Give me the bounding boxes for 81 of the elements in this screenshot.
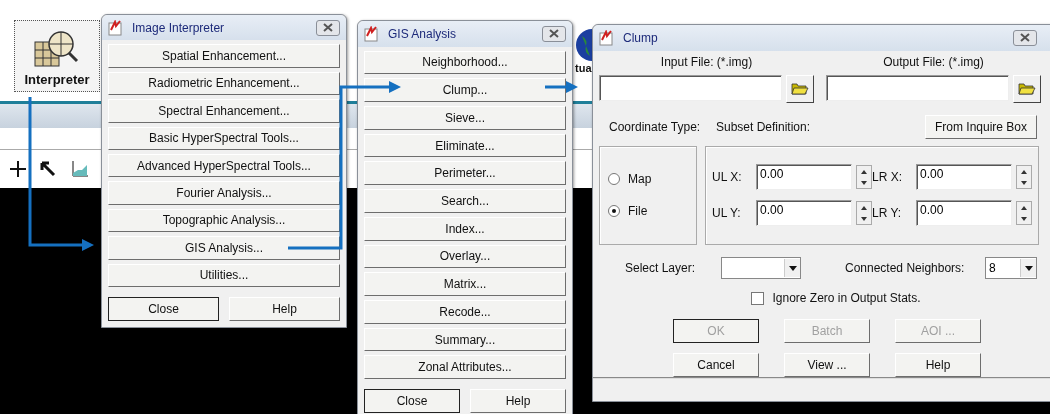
dropdown[interactable]: 8 — [985, 257, 1037, 280]
menu-button[interactable]: Utilities... — [108, 263, 340, 287]
number-field[interactable]: 0.00 — [756, 164, 852, 191]
menu-button[interactable]: Neighborhood... — [364, 50, 566, 75]
close-icon — [323, 23, 333, 33]
folder-icon — [791, 80, 809, 97]
menu-button[interactable]: Clump... — [364, 78, 566, 103]
field-label: Output File: (*.img) — [883, 54, 984, 69]
menu-button[interactable]: Matrix... — [364, 272, 566, 296]
menu-button[interactable]: Index... — [364, 216, 566, 241]
menu-button[interactable]: Search... — [364, 189, 566, 213]
dialog-button[interactable]: Help — [470, 389, 566, 414]
field-label: LR X: — [872, 170, 903, 185]
dialog-button[interactable]: View ... — [784, 353, 870, 378]
field-label: LR Y: — [872, 206, 903, 221]
menu-button[interactable]: Advanced HyperSpectral Tools... — [108, 153, 340, 178]
dialog-button[interactable]: Close — [364, 389, 460, 414]
radio-label: File — [628, 204, 648, 219]
file-input-field[interactable] — [826, 74, 1009, 101]
file-input-field[interactable] — [599, 74, 782, 101]
menu-button[interactable]: Radiometric Enhancement... — [108, 71, 340, 96]
interpreter-button[interactable]: Interpreter — [14, 20, 100, 92]
dialog-button[interactable]: Cancel — [673, 353, 759, 378]
menu-button[interactable]: Zonal Attributes... — [364, 355, 566, 380]
field-label: Coordinate Type: — [609, 119, 702, 134]
field-label: Connected Neighbors: — [845, 261, 966, 276]
menu-button[interactable]: Basic HyperSpectral Tools... — [108, 126, 340, 150]
window-title: Image Interpreter — [132, 20, 226, 35]
number-field[interactable]: 0.00 — [916, 164, 1012, 191]
menu-button[interactable]: Sieve... — [364, 106, 566, 130]
checkbox-label: Ignore Zero in Output Stats. — [772, 291, 921, 306]
menu-button[interactable]: Summary... — [364, 327, 566, 352]
dialog-button[interactable]: From Inquire Box — [925, 114, 1037, 139]
toolbar-label: tua — [575, 62, 592, 74]
spinner[interactable] — [856, 201, 872, 226]
close-icon — [1020, 33, 1030, 43]
field-label: UL X: — [712, 170, 743, 185]
menu-button[interactable]: GIS Analysis... — [108, 236, 340, 260]
app-icon — [364, 25, 380, 42]
folder-icon — [1018, 80, 1036, 97]
flow-arrow — [545, 81, 578, 93]
plus-icon[interactable] — [10, 161, 26, 177]
menu-button[interactable]: Topographic Analysis... — [108, 208, 340, 233]
dropdown-arrow-icon — [1024, 265, 1033, 271]
spinner[interactable] — [856, 165, 872, 190]
radio-label: Map — [628, 172, 652, 187]
window-title: GIS Analysis — [388, 26, 458, 41]
app-icon — [108, 19, 124, 36]
field-label: Input File: (*.img) — [660, 54, 753, 69]
field-label: Subset Definition: — [716, 119, 812, 134]
menu-button[interactable]: Spatial Enhancement... — [108, 44, 340, 68]
close-button[interactable] — [1013, 29, 1037, 46]
field-label: Select Layer: — [625, 261, 697, 276]
field-label: UL Y: — [712, 206, 742, 221]
dialog-button[interactable]: Help — [229, 296, 340, 321]
close-icon — [549, 29, 559, 39]
dropdown-arrow-icon — [788, 265, 797, 271]
dialog-button[interactable]: Help — [895, 353, 981, 378]
dialog-button[interactable]: Close — [108, 296, 219, 321]
close-button[interactable] — [316, 19, 340, 36]
chart-icon[interactable] — [70, 161, 88, 177]
menu-button[interactable]: Perimeter... — [364, 161, 566, 186]
menu-button[interactable]: Overlay... — [364, 244, 566, 269]
spinner[interactable] — [1016, 201, 1032, 226]
number-field[interactable]: 0.00 — [756, 200, 852, 227]
menu-button[interactable]: Recode... — [364, 299, 566, 324]
number-field[interactable]: 0.00 — [916, 200, 1012, 227]
radio-button[interactable] — [608, 205, 620, 218]
menu-button[interactable]: Fourier Analysis... — [108, 181, 340, 205]
app-icon — [599, 29, 615, 46]
menu-button[interactable]: Spectral Enhancement... — [108, 99, 340, 123]
checkbox[interactable] — [751, 291, 765, 305]
close-button[interactable] — [542, 25, 566, 42]
spinner[interactable] — [1016, 165, 1032, 190]
arrow-icon[interactable] — [40, 161, 56, 177]
radio-button[interactable] — [608, 173, 620, 186]
dropdown[interactable] — [721, 257, 801, 280]
browse-button[interactable] — [1013, 74, 1041, 103]
browse-button[interactable] — [786, 74, 814, 103]
window-title: Clump — [623, 30, 659, 45]
menu-button[interactable]: Eliminate... — [364, 133, 566, 158]
